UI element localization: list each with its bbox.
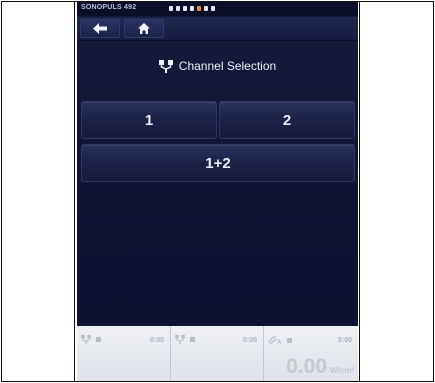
channel-both-button[interactable]: 1+2 <box>81 144 355 182</box>
stop-square-icon <box>287 337 292 343</box>
table-cell-left <box>1 1 75 382</box>
timer: 5:00 <box>337 337 352 344</box>
intensity-unit: W/cm² <box>330 366 354 375</box>
device-screen: SONOPULS 492 Channel Selection 1 2 1+2 0… <box>77 2 358 381</box>
channel-2-status: 0:00 <box>171 326 264 381</box>
channel-2-button[interactable]: 2 <box>219 101 355 139</box>
channel-1-button[interactable]: 1 <box>81 101 217 139</box>
signal-bar <box>176 6 180 11</box>
back-button[interactable] <box>80 19 120 38</box>
table-cell-right <box>359 1 434 382</box>
status-bar: SONOPULS 492 <box>77 2 358 16</box>
signal-bar <box>169 6 173 11</box>
home-button[interactable] <box>124 19 164 38</box>
signal-bar <box>183 6 187 11</box>
device-name: SONOPULS 492 <box>81 4 137 11</box>
ultrasound-head-icon: A <box>268 336 282 345</box>
intensity-readout: 0.00 W/cm² <box>286 355 354 379</box>
stop-square-icon <box>96 337 101 342</box>
stop-square-icon <box>190 337 195 342</box>
channel-1-status: 0:00 <box>77 326 171 381</box>
signal-bar-active <box>197 6 201 11</box>
ultrasound-status: A 5:00 0.00 W/cm² <box>264 326 358 381</box>
signal-bar <box>204 6 208 11</box>
channel-fork-icon <box>175 335 185 344</box>
channel-fork-icon <box>158 59 173 73</box>
page-title: Channel Selection <box>178 59 277 73</box>
nav-bar <box>77 17 358 41</box>
signal-bar <box>190 6 194 11</box>
timer: 0:00 <box>149 337 164 344</box>
signal-bar <box>211 6 215 11</box>
timer: 0:00 <box>242 337 257 344</box>
intensity-value: 0.00 <box>286 355 327 378</box>
svg-text:A: A <box>277 340 282 345</box>
screen-title: Channel Selection <box>77 56 358 76</box>
status-panel: 0:00 0:00 A 5:00 0.00 W/cm² <box>77 326 358 381</box>
home-icon <box>138 23 150 34</box>
arrow-left-icon <box>93 23 107 34</box>
signal-indicator <box>169 6 215 11</box>
channel-fork-icon <box>81 335 91 344</box>
